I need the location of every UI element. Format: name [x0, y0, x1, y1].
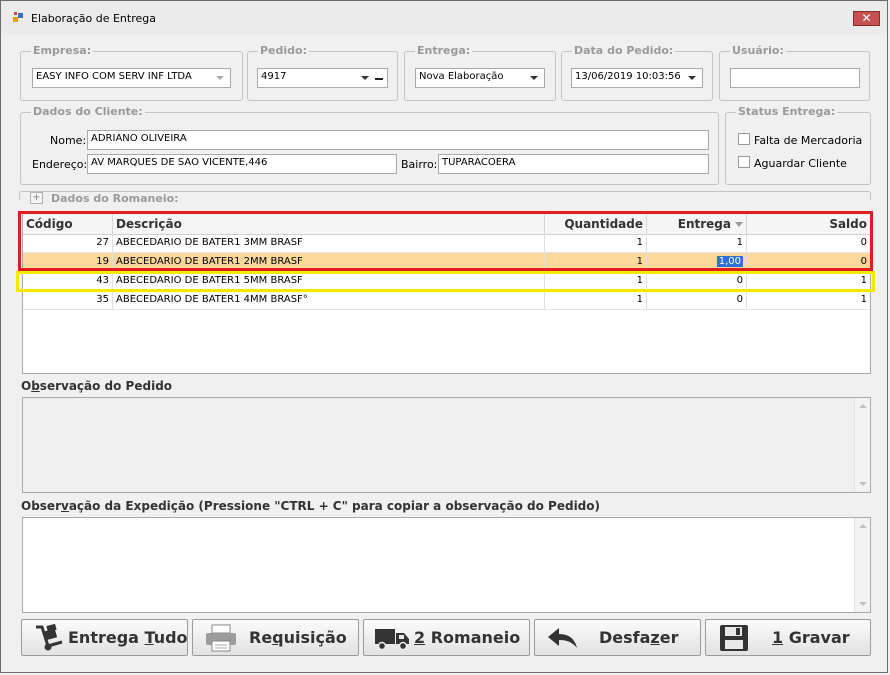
scroll-down-icon[interactable] — [859, 482, 867, 486]
bairro-label: Bairro: — [401, 158, 438, 171]
status-group: Status Entrega: — [725, 105, 871, 185]
falta-mercadoria-checkbox[interactable] — [738, 133, 750, 145]
truck-icon — [375, 629, 409, 651]
usuario-label: Usuário: — [730, 44, 786, 57]
chevron-down-icon — [216, 76, 224, 80]
entrega-value: Nova Elaboração — [419, 71, 504, 82]
cell-saldo: 1 — [860, 294, 867, 305]
window-title: Elaboração de Entrega — [31, 12, 156, 25]
cell-entrega[interactable]: 0 — [647, 291, 747, 309]
empresa-dropdown[interactable]: EASY INFO COM SERV INF LTDA — [32, 68, 231, 88]
status-group-label: Status Entrega: — [736, 105, 838, 118]
red-highlight-frame — [18, 211, 873, 271]
usuario-input[interactable] — [730, 68, 860, 88]
requisicao-button[interactable]: Requisição — [192, 619, 359, 656]
pedido-dropdown[interactable]: 4917 — [257, 68, 388, 88]
title-bar: Elaboração de Entrega ✕ — [1, 1, 887, 35]
printer-icon — [206, 624, 236, 652]
falta-mercadoria-label: Falta de Mercadoria — [754, 134, 863, 147]
gravar-button[interactable]: 1 Gravar — [705, 619, 871, 656]
data-pedido-label: Data do Pedido: — [572, 44, 676, 57]
entrega-tudo-button[interactable]: Entrega Tudo — [21, 619, 188, 656]
entrega-label: Entrega: — [415, 44, 473, 57]
undo-icon — [548, 628, 577, 648]
requisicao-label: Requisição — [249, 628, 347, 647]
entrega-dropdown[interactable]: Nova Elaboração — [415, 68, 545, 88]
data-pedido-picker[interactable]: 13/06/2019 10:03:56 — [571, 68, 703, 88]
scroll-down-icon[interactable] — [859, 602, 867, 606]
yellow-highlight-frame — [16, 271, 875, 292]
endereco-field[interactable]: AV MARQUES DE SAO VICENTE,446 — [87, 154, 397, 174]
obs-pedido-scrollbar[interactable] — [854, 398, 870, 492]
save-icon — [720, 625, 748, 651]
desfazer-button[interactable]: Desfazer — [534, 619, 701, 656]
romaneio-button-label: 2 Romaneio — [414, 628, 521, 647]
nome-field[interactable]: ADRIANO OLIVEIRA — [87, 130, 709, 150]
cliente-group-label: Dados do Cliente: — [31, 105, 145, 118]
cell-codigo: 35 — [23, 291, 113, 309]
nome-value: ADRIANO OLIVEIRA — [91, 133, 187, 144]
data-pedido-value: 13/06/2019 10:03:56 — [575, 71, 681, 82]
cell-descricao: ABECEDARIO DE BATER1 4MM BRASF° — [113, 291, 545, 309]
table-row[interactable]: 35 ABECEDARIO DE BATER1 4MM BRASF° 1 0 1 — [23, 291, 870, 310]
endereco-label: Endereço: — [32, 158, 88, 171]
endereco-value: AV MARQUES DE SAO VICENTE,446 — [91, 157, 268, 168]
gravar-label: 1 Gravar — [772, 628, 850, 647]
cell-quantidade: 1 — [545, 291, 647, 309]
pedido-value: 4917 — [261, 71, 287, 82]
desfazer-label: Desfazer — [599, 628, 679, 647]
scroll-up-icon[interactable] — [859, 404, 867, 408]
scroll-up-icon[interactable] — [859, 524, 867, 528]
obs-expedicao-scrollbar[interactable] — [854, 518, 870, 612]
empresa-label: Empresa: — [31, 44, 94, 57]
romaneio-label: Dados do Romaneio: — [49, 192, 181, 205]
pedido-label: Pedido: — [258, 44, 309, 57]
app-icon — [13, 12, 23, 22]
chevron-down-icon — [530, 76, 538, 80]
aguardar-cliente-checkbox[interactable] — [738, 156, 750, 168]
chevron-down-icon — [361, 76, 369, 80]
chevron-down-icon — [688, 76, 696, 80]
obs-pedido-label: Observação do Pedido — [21, 379, 173, 393]
obs-expedicao-textarea[interactable] — [22, 517, 871, 613]
aguardar-cliente-label: Aguardar Cliente — [754, 157, 847, 170]
obs-expedicao-label: Observação da Expedição (Pressione "CTRL… — [21, 499, 601, 513]
empresa-value: EASY INFO COM SERV INF LTDA — [36, 71, 192, 82]
nome-label: Nome: — [50, 134, 87, 147]
minus-icon[interactable] — [375, 78, 383, 80]
window: Elaboração de Entrega ✕ Empresa: EASY IN… — [0, 0, 888, 673]
romaneio-expand-button[interactable]: + — [30, 192, 43, 204]
bairro-value: TUPARACOERA — [442, 157, 516, 168]
romaneio-button[interactable]: 2 Romaneio — [363, 619, 530, 656]
hand-truck-icon — [36, 624, 63, 651]
entrega-tudo-label: Entrega Tudo — [68, 628, 188, 647]
bairro-field[interactable]: TUPARACOERA — [438, 154, 709, 174]
close-button[interactable]: ✕ — [853, 11, 880, 26]
obs-pedido-textarea[interactable] — [22, 397, 871, 493]
